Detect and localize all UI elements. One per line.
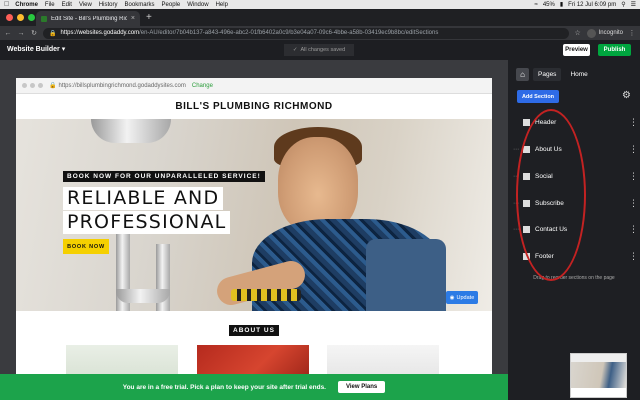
zoom-window-icon[interactable] [28,14,35,21]
address-bar[interactable]: 🔒 https://websites.godaddy.com/en-AU/edi… [43,27,569,39]
kebab-menu-icon[interactable]: ⋮ [628,29,636,37]
update-label: Update [456,294,475,301]
mac-menubar:  Chrome File Edit View History Bookmark… [0,0,640,9]
trial-message: You are in a free trial. Pick a plan to … [122,383,326,391]
incognito-indicator[interactable]: Incognito [586,28,623,38]
wifi-icon[interactable]: ≈ [535,2,538,8]
minimize-window-icon[interactable] [17,14,24,21]
window-controls [6,14,35,21]
screen:  Chrome File Edit View History Bookmark… [0,0,640,400]
battery-icon: ▮ [559,2,564,8]
menubar-status: ≈ 45% ▮ Fri 12 Jul 6:09 pm ⚲ ☰ [535,1,636,9]
panel-tabs: ⌂ Pages Home [516,68,593,81]
site-preview-frame: 🔒 https://billsplumbingrichmond.godaddysi… [16,78,492,400]
menu-view[interactable]: View [79,2,92,8]
publish-button[interactable]: Publish [598,44,631,56]
browser-tab[interactable]: Edit Site - Bill's Plumbing Richm × [36,11,140,26]
more-options-icon[interactable]: ⋮ [629,171,638,182]
url-host: https://websites.godaddy.com [60,30,140,36]
tab-pages[interactable]: Pages [533,68,562,81]
forward-icon[interactable]: → [17,30,25,37]
reload-icon[interactable]: ↻ [30,29,38,37]
incognito-icon [586,28,596,38]
more-options-icon[interactable]: ⋮ [629,144,638,155]
more-options-icon[interactable]: ⋮ [629,224,638,235]
clock[interactable]: Fri 12 Jul 6:09 pm [568,2,616,8]
about-heading[interactable]: ABOUT US [229,325,279,336]
camera-icon: ◉ [449,294,455,301]
page-icon [523,118,530,126]
more-options-icon[interactable]: ⋮ [629,251,638,262]
chevron-down-icon: ▾ [61,46,66,53]
sections-panel: ⌂ Pages Home Add Section ⚙ Header ⋮ ⋯ Ab… [508,60,640,400]
browser-tabstrip: Edit Site - Bill's Plumbing Richm × + [0,9,640,26]
headline-line-1: RELIABLE AND [63,187,224,210]
preview-button[interactable]: Preview [563,44,590,56]
site-title[interactable]: BILL'S PLUMBING RICHMOND [16,94,492,119]
menu-window[interactable]: Window [187,2,208,8]
frame-dots [22,83,43,88]
trial-banner: You are in a free trial. Pick a plan to … [0,374,508,400]
battery-percent[interactable]: 45% [543,2,555,8]
menu-people[interactable]: People [162,2,181,8]
url-path: /en-AU/editor/7b04b137-a843-496e-abc2-01… [139,30,439,36]
tab-home[interactable]: Home [565,68,592,81]
reorder-hint: Drag to reorder sections on the page [533,275,615,281]
gear-icon[interactable]: ⚙ [622,90,631,101]
page-thumbnail[interactable] [570,353,627,398]
site-url-text: https://billsplumbingrichmond.godaddysit… [58,83,186,89]
website-builder-menu[interactable]: Website Builder ▾ [7,45,65,53]
menu-file[interactable]: File [45,2,55,8]
apple-icon[interactable]:  [4,1,9,8]
tab-title: Edit Site - Bill's Plumbing Richm [51,15,127,22]
lock-icon[interactable]: 🔒 [49,30,56,37]
annotation-circle [516,109,586,281]
close-window-icon[interactable] [6,14,13,21]
new-tab-icon[interactable]: + [146,12,152,23]
more-options-icon[interactable]: ⋮ [629,198,638,209]
menu-app-name[interactable]: Chrome [15,2,38,8]
p-trap [116,289,170,303]
hero-tagline[interactable]: BOOK NOW FOR OUR UNPARALLELED SERVICE! [63,171,265,182]
lock-icon: 🔒 [49,83,57,89]
incognito-label: Incognito [598,30,623,36]
home-icon[interactable]: ⌂ [516,68,529,81]
site-url: 🔒 https://billsplumbingrichmond.godaddysi… [49,82,186,89]
search-icon[interactable]: ⚲ [621,1,625,8]
view-plans-button[interactable]: View Plans [338,381,386,393]
editor-canvas: 🔒 https://billsplumbingrichmond.godaddysi… [0,60,508,400]
menu-help[interactable]: Help [216,2,228,8]
add-section-button[interactable]: Add Section [517,90,559,103]
plumber-overalls [366,239,446,311]
hero-headline[interactable]: RELIABLE AND PROFESSIONAL [63,187,231,235]
hero-section[interactable]: BOOK NOW FOR OUR UNPARALLELED SERVICE! R… [16,119,492,311]
cloud-check-icon: ✓ [292,47,298,53]
favicon-icon [41,15,47,22]
back-icon[interactable]: ← [4,30,12,37]
preview-frame-bar: 🔒 https://billsplumbingrichmond.godaddysi… [16,78,492,94]
brand-label: Website Builder [7,46,60,53]
menu-history[interactable]: History [99,2,118,8]
star-icon[interactable]: ☆ [574,29,582,37]
address-row: ← → ↻ 🔒 https://websites.godaddy.com/en-… [0,26,640,40]
tool-belt [231,289,301,301]
menu-list-icon[interactable]: ☰ [631,1,636,8]
menu-edit[interactable]: Edit [62,2,72,8]
headline-line-2: PROFESSIONAL [63,211,231,234]
update-image-button[interactable]: ◉ Update [446,291,478,304]
book-now-button[interactable]: BOOK NOW [63,239,109,254]
change-domain-link[interactable]: Change [192,83,213,89]
save-status: ✓ All changes saved [284,44,354,56]
editor-toolbar: Website Builder ▾ ✓ All changes saved Pr… [0,40,640,60]
save-status-label: All changes saved [300,47,346,53]
sink-basin [91,119,171,143]
more-options-icon[interactable]: ⋮ [629,117,638,128]
menu-bookmarks[interactable]: Bookmarks [125,2,155,8]
close-tab-icon[interactable]: × [131,15,135,22]
